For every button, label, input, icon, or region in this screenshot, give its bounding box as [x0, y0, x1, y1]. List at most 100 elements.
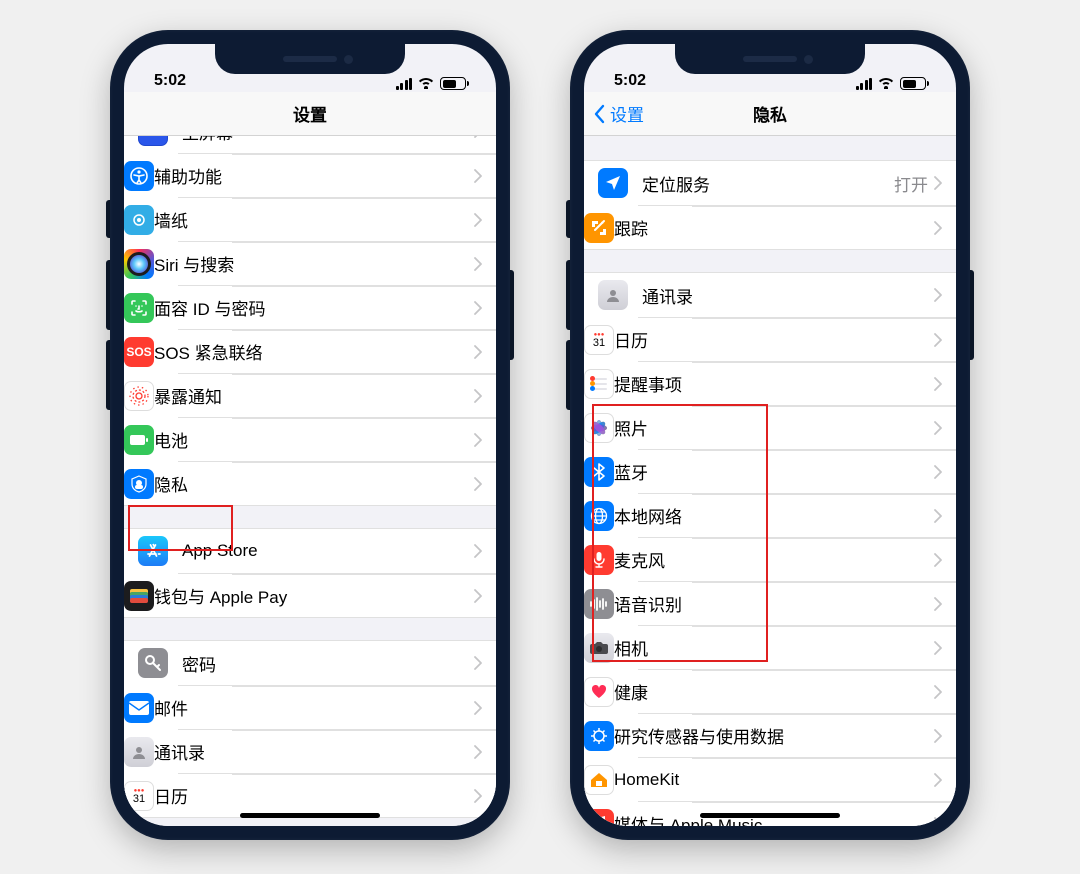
- settings-row-privacy[interactable]: 隐私: [178, 461, 496, 505]
- home-indicator[interactable]: [240, 813, 380, 818]
- waveform-icon: [584, 589, 614, 619]
- privacy-row-health[interactable]: 健康: [638, 669, 956, 713]
- chevron-right-icon: [474, 433, 482, 447]
- privacy-row-contacts[interactable]: 通讯录: [584, 273, 956, 317]
- chevron-right-icon: [934, 465, 942, 479]
- chevron-right-icon: [934, 421, 942, 435]
- wifi-icon: [418, 78, 434, 90]
- chevron-right-icon: [934, 817, 942, 827]
- settings-row-passwords[interactable]: 密码: [124, 641, 496, 685]
- privacy-content[interactable]: 定位服务 打开 跟踪 通讯录 ●●●31 日历: [584, 136, 956, 826]
- settings-row-wallpaper[interactable]: 墙纸: [178, 197, 496, 241]
- calendar-icon: ●●●31: [124, 781, 154, 811]
- settings-row-siri[interactable]: Siri 与搜索: [178, 241, 496, 285]
- settings-row-wallet[interactable]: 钱包与 Apple Pay: [178, 573, 496, 617]
- nav-bar: 设置: [124, 92, 496, 136]
- privacy-row-speech[interactable]: 语音识别: [638, 581, 956, 625]
- privacy-row-bluetooth[interactable]: 蓝牙: [638, 449, 956, 493]
- appstore-icon: [138, 536, 168, 566]
- chevron-right-icon: [934, 377, 942, 391]
- key-icon: [138, 648, 168, 678]
- sos-icon: SOS: [124, 337, 154, 367]
- privacy-icon: [124, 469, 154, 499]
- settings-row-appstore[interactable]: App Store: [124, 529, 496, 573]
- privacy-row-localnetwork[interactable]: 本地网络: [638, 493, 956, 537]
- mail-icon: [124, 693, 154, 723]
- screen-settings: 5:02 设置 主屏幕 辅助功能: [124, 44, 496, 826]
- nav-back-button[interactable]: 设置: [594, 101, 644, 126]
- wallpaper-icon: [124, 205, 154, 235]
- chevron-right-icon: [934, 176, 942, 190]
- settings-content[interactable]: 主屏幕 辅助功能 墙纸 Siri 与搜索: [124, 136, 496, 826]
- nav-bar: 设置 隐私: [584, 92, 956, 136]
- signal-icon: [856, 78, 873, 90]
- sensors-icon: [584, 721, 614, 751]
- chevron-right-icon: [474, 745, 482, 759]
- chevron-right-icon: [474, 589, 482, 603]
- settings-row-battery[interactable]: 电池: [178, 417, 496, 461]
- health-icon: [584, 677, 614, 707]
- status-time: 5:02: [614, 72, 646, 90]
- nav-title: 隐私: [753, 101, 787, 126]
- settings-row-exposure[interactable]: 暴露通知: [178, 373, 496, 417]
- music-icon: [584, 809, 614, 827]
- notch: [675, 44, 865, 74]
- chevron-right-icon: [474, 169, 482, 183]
- chevron-right-icon: [934, 333, 942, 347]
- privacy-row-homekit[interactable]: HomeKit: [638, 757, 956, 801]
- chevron-right-icon: [474, 477, 482, 491]
- chevron-right-icon: [934, 773, 942, 787]
- iphone-device-left: 5:02 设置 主屏幕 辅助功能: [110, 30, 510, 840]
- reminders-icon: [584, 369, 614, 399]
- battery-icon: [440, 77, 466, 90]
- accessibility-icon: [124, 161, 154, 191]
- privacy-row-location[interactable]: 定位服务 打开: [584, 161, 956, 205]
- notch: [215, 44, 405, 74]
- privacy-row-reminders[interactable]: 提醒事项: [638, 361, 956, 405]
- settings-row-calendar[interactable]: ●●●31 日历: [178, 773, 496, 817]
- faceid-icon: [124, 293, 154, 323]
- chevron-right-icon: [474, 257, 482, 271]
- camera-icon: [584, 633, 614, 663]
- privacy-row-photos[interactable]: 照片: [638, 405, 956, 449]
- microphone-icon: [584, 545, 614, 575]
- bluetooth-icon: [584, 457, 614, 487]
- chevron-right-icon: [474, 701, 482, 715]
- chevron-right-icon: [934, 221, 942, 235]
- battery-icon: [900, 77, 926, 90]
- chevron-right-icon: [934, 685, 942, 699]
- siri-icon: [124, 249, 154, 279]
- chevron-right-icon: [474, 345, 482, 359]
- settings-row-faceid[interactable]: 面容 ID 与密码: [178, 285, 496, 329]
- chevron-right-icon: [934, 509, 942, 523]
- contacts-icon: [124, 737, 154, 767]
- privacy-row-sensors[interactable]: 研究传感器与使用数据: [638, 713, 956, 757]
- privacy-row-calendar[interactable]: ●●●31 日历: [638, 317, 956, 361]
- home-indicator[interactable]: [700, 813, 840, 818]
- settings-row-accessibility[interactable]: 辅助功能: [178, 153, 496, 197]
- location-icon: [598, 168, 628, 198]
- status-time: 5:02: [154, 72, 186, 90]
- chevron-right-icon: [474, 213, 482, 227]
- chevron-right-icon: [934, 597, 942, 611]
- privacy-row-tracking[interactable]: 跟踪: [638, 205, 956, 249]
- settings-row-mail[interactable]: 邮件: [178, 685, 496, 729]
- chevron-right-icon: [934, 288, 942, 302]
- battery-settings-icon: [124, 425, 154, 455]
- settings-row-home-screen[interactable]: 主屏幕: [124, 136, 496, 153]
- location-detail: 打开: [894, 171, 928, 196]
- settings-row-sos[interactable]: SOS SOS 紧急联络: [178, 329, 496, 373]
- privacy-row-camera[interactable]: 相机: [638, 625, 956, 669]
- signal-icon: [396, 78, 413, 90]
- chevron-right-icon: [474, 544, 482, 558]
- chevron-right-icon: [474, 389, 482, 403]
- calendar-icon: ●●●31: [584, 325, 614, 355]
- wifi-icon: [878, 78, 894, 90]
- privacy-row-microphone[interactable]: 麦克风: [638, 537, 956, 581]
- chevron-right-icon: [474, 301, 482, 315]
- screen-privacy: 5:02 设置 隐私 定位服务 打开: [584, 44, 956, 826]
- chevron-right-icon: [934, 641, 942, 655]
- chevron-right-icon: [474, 136, 482, 138]
- settings-row-contacts[interactable]: 通讯录: [178, 729, 496, 773]
- iphone-device-right: 5:02 设置 隐私 定位服务 打开: [570, 30, 970, 840]
